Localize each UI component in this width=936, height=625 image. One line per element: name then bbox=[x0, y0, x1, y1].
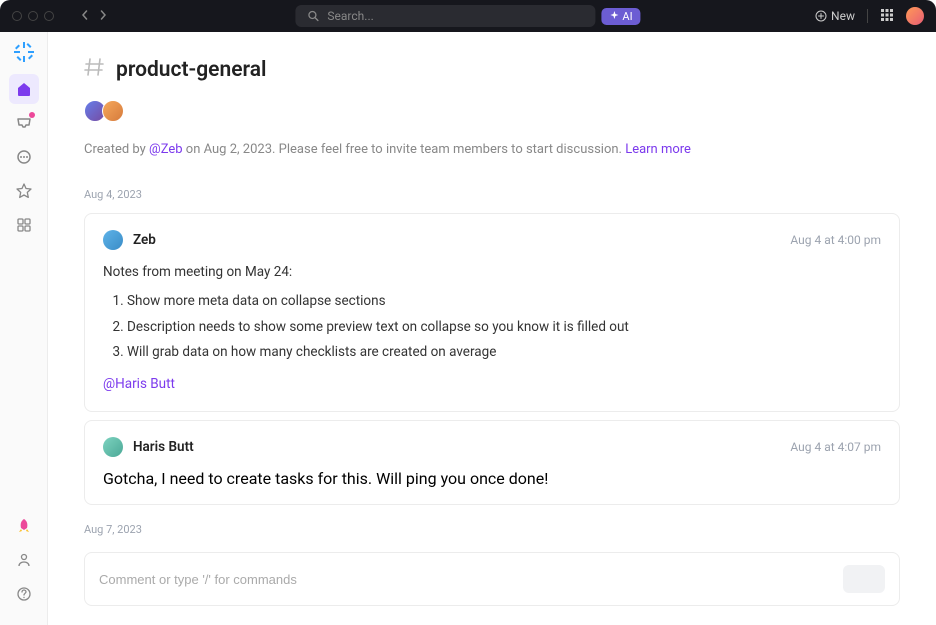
apps-grid-icon[interactable] bbox=[880, 7, 894, 26]
message-body: Gotcha, I need to create tasks for this.… bbox=[103, 469, 881, 488]
rocket-icon bbox=[16, 518, 32, 534]
user-avatar[interactable] bbox=[906, 7, 924, 25]
member-avatar[interactable] bbox=[102, 100, 124, 122]
new-button[interactable]: New bbox=[815, 9, 855, 23]
comment-input[interactable] bbox=[99, 572, 843, 587]
separator bbox=[867, 9, 868, 23]
message-author[interactable]: Zeb bbox=[133, 232, 156, 248]
app-logo[interactable] bbox=[14, 42, 34, 62]
message-avatar[interactable] bbox=[103, 230, 123, 250]
star-icon bbox=[16, 183, 32, 199]
member-avatars[interactable] bbox=[84, 100, 900, 122]
maximize-window[interactable] bbox=[44, 11, 54, 21]
ai-sparkle-icon bbox=[609, 11, 619, 21]
message-time: Aug 4 at 4:00 pm bbox=[790, 233, 881, 247]
sidebar bbox=[0, 32, 48, 625]
nav-arrows bbox=[80, 8, 108, 24]
window-controls bbox=[12, 11, 54, 21]
grid-icon bbox=[16, 217, 32, 233]
minimize-window[interactable] bbox=[28, 11, 38, 21]
message-time: Aug 4 at 4:07 pm bbox=[790, 440, 881, 454]
message-author[interactable]: Haris Butt bbox=[133, 439, 194, 455]
sidebar-home[interactable] bbox=[9, 74, 39, 104]
message: Haris Butt Aug 4 at 4:07 pm Gotcha, I ne… bbox=[84, 420, 900, 505]
close-window[interactable] bbox=[12, 11, 22, 21]
sidebar-upgrade[interactable] bbox=[9, 511, 39, 541]
mention-link[interactable]: @Haris Butt bbox=[103, 376, 175, 392]
more-icon bbox=[16, 149, 32, 165]
main-content: product-general Created by @Zeb on Aug 2… bbox=[48, 32, 936, 625]
plus-circle-icon bbox=[815, 10, 827, 22]
date-separator: Aug 4, 2023 bbox=[84, 188, 900, 201]
sidebar-dashboards[interactable] bbox=[9, 210, 39, 240]
ai-button[interactable]: AI bbox=[601, 8, 640, 25]
creator-link[interactable]: @Zeb bbox=[149, 142, 183, 157]
hash-icon bbox=[84, 56, 106, 84]
message-avatar[interactable] bbox=[103, 437, 123, 457]
comment-composer[interactable] bbox=[84, 552, 900, 606]
search-input[interactable]: Search... bbox=[295, 5, 595, 27]
sidebar-favorites[interactable] bbox=[9, 176, 39, 206]
search-placeholder: Search... bbox=[327, 9, 373, 23]
nav-forward[interactable] bbox=[98, 8, 108, 24]
search-icon bbox=[307, 10, 319, 22]
sidebar-more[interactable] bbox=[9, 142, 39, 172]
message: Zeb Aug 4 at 4:00 pm Notes from meeting … bbox=[84, 213, 900, 413]
channel-name: product-general bbox=[116, 58, 266, 82]
help-icon bbox=[16, 586, 32, 602]
sidebar-help[interactable] bbox=[9, 579, 39, 609]
date-separator: Aug 7, 2023 bbox=[84, 523, 900, 536]
channel-header: product-general bbox=[84, 56, 900, 84]
message-body: Notes from meeting on May 24: Show more … bbox=[103, 262, 881, 396]
send-button[interactable] bbox=[843, 565, 885, 593]
channel-description: Created by @Zeb on Aug 2, 2023. Please f… bbox=[84, 140, 900, 160]
notification-dot bbox=[29, 112, 35, 118]
nav-back[interactable] bbox=[80, 8, 90, 24]
sidebar-invite[interactable] bbox=[9, 545, 39, 575]
titlebar: Search... AI New bbox=[0, 0, 936, 32]
person-icon bbox=[16, 552, 32, 568]
sidebar-inbox[interactable] bbox=[9, 108, 39, 138]
home-icon bbox=[16, 81, 32, 97]
learn-more-link[interactable]: Learn more bbox=[625, 142, 691, 157]
inbox-icon bbox=[16, 115, 32, 131]
